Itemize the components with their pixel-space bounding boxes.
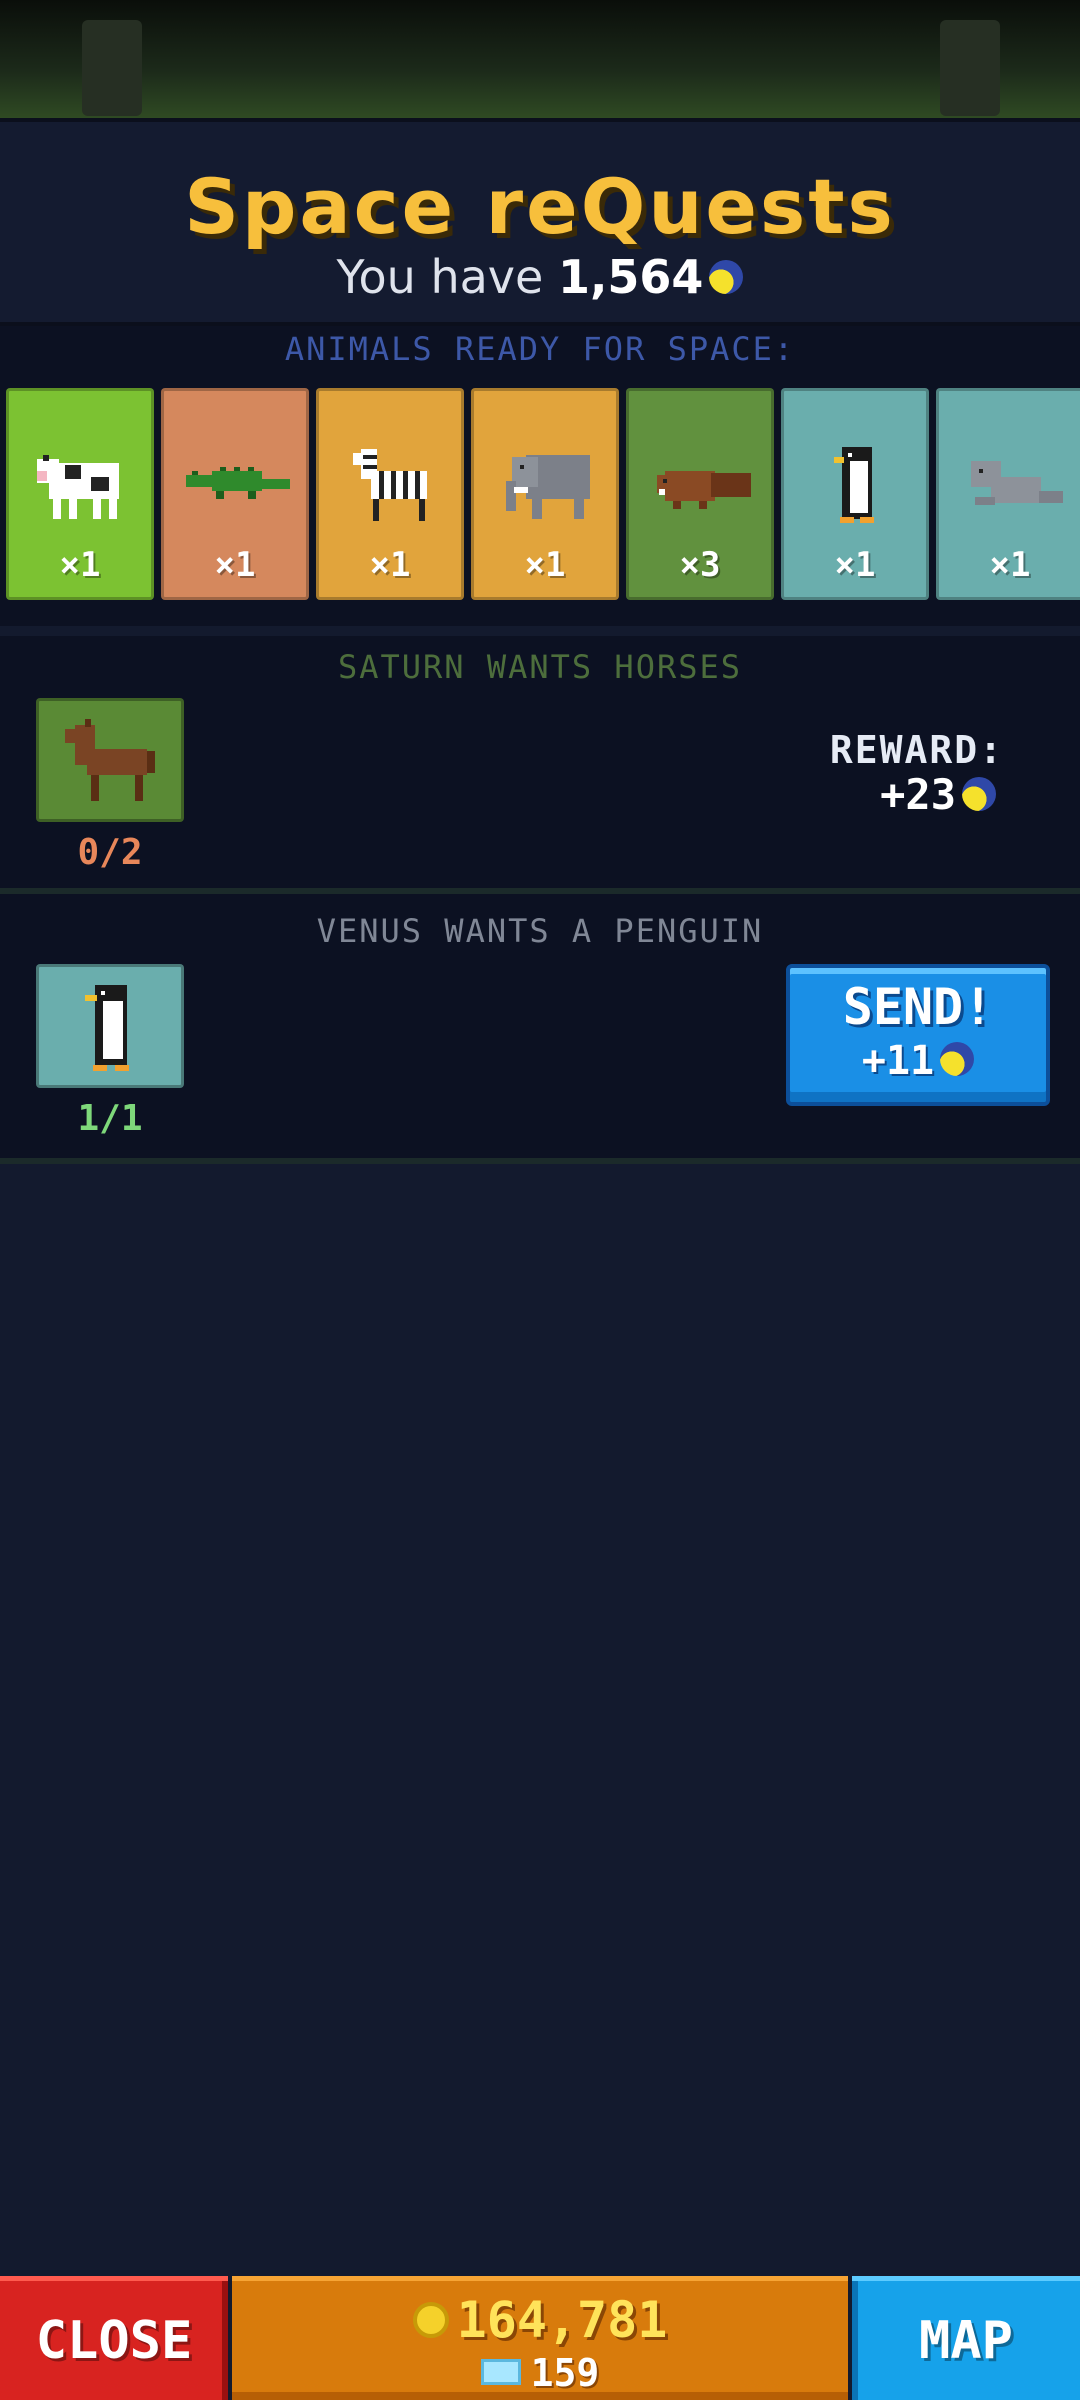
map-button[interactable]: MAP bbox=[852, 2276, 1080, 2400]
animal-card-crocodile[interactable]: ×1 bbox=[161, 388, 309, 600]
request-title: SATURN WANTS HORSES bbox=[337, 648, 743, 686]
animal-count: ×1 bbox=[214, 545, 256, 585]
moon-currency-icon bbox=[940, 1042, 975, 1076]
requests-header: Space reQuests You have 1,564 bbox=[0, 122, 1080, 326]
tree-silhouette bbox=[82, 20, 142, 116]
animal-card-zebra[interactable]: ×1 bbox=[316, 388, 464, 600]
animal-card-elephant[interactable]: ×1 bbox=[471, 388, 619, 600]
crocodile-icon bbox=[186, 467, 290, 499]
reward-amount: +23 bbox=[880, 770, 956, 819]
send-reward: +11 bbox=[790, 1038, 1046, 1084]
request-title: VENUS WANTS A PENGUIN bbox=[316, 912, 764, 950]
animal-card-penguin[interactable]: ×1 bbox=[781, 388, 929, 600]
animal-count: ×1 bbox=[989, 545, 1031, 585]
animal-card-seal[interactable]: ×1 bbox=[936, 388, 1080, 600]
requested-animal-slot bbox=[36, 964, 184, 1088]
seal-icon bbox=[971, 461, 1063, 505]
request-progress: 0/2 bbox=[77, 832, 143, 873]
zebra-icon bbox=[353, 449, 427, 521]
moon-currency-icon bbox=[962, 776, 996, 811]
request-progress: 1/1 bbox=[77, 1098, 143, 1139]
request-saturn: SATURN WANTS HORSES 0/2 REWARD: +23 bbox=[0, 636, 1080, 894]
coin-balance: 164,781 bbox=[232, 2291, 848, 2349]
beaver-icon bbox=[657, 471, 751, 509]
game-view-strip bbox=[0, 0, 1080, 122]
elephant-icon bbox=[506, 455, 590, 519]
gem-balance: 159 bbox=[232, 2351, 848, 2395]
page-title: Space reQuests bbox=[184, 162, 896, 251]
bottom-bar: CLOSE 164,781 159 MAP bbox=[0, 2276, 1080, 2400]
map-label: MAP bbox=[919, 2311, 1013, 2371]
animal-count: ×1 bbox=[369, 545, 411, 585]
penguin-icon bbox=[834, 447, 874, 523]
send-reward-amount: +11 bbox=[861, 1038, 935, 1084]
animal-count: ×1 bbox=[59, 545, 101, 585]
animal-card-cow[interactable]: ×1 bbox=[6, 388, 154, 600]
penguin-icon bbox=[85, 985, 129, 1071]
request-venus: VENUS WANTS A PENGUIN 1/1 SEND! +11 bbox=[0, 894, 1080, 1164]
requested-animal-slot bbox=[36, 698, 184, 822]
tree-silhouette bbox=[940, 20, 1000, 116]
reward-value: +23 bbox=[880, 770, 996, 819]
animal-count: ×3 bbox=[679, 545, 721, 585]
cow-icon bbox=[37, 455, 119, 519]
animal-count: ×1 bbox=[834, 545, 876, 585]
balance-label: You have bbox=[336, 250, 544, 304]
gem-amount: 159 bbox=[530, 2351, 600, 2395]
animal-count: ×1 bbox=[524, 545, 566, 585]
ready-animals-label: ANIMALS READY FOR SPACE: bbox=[284, 330, 796, 368]
ready-animals-list: ×1 ×1 ×1 ×1 ×3 ×1 ×1 bbox=[6, 388, 1080, 602]
moon-balance: You have 1,564 bbox=[0, 250, 1080, 304]
close-button[interactable]: CLOSE bbox=[0, 2276, 228, 2400]
horse-icon bbox=[65, 719, 155, 801]
balance-amount: 1,564 bbox=[557, 250, 704, 304]
send-button[interactable]: SEND! +11 bbox=[786, 964, 1050, 1106]
reward-label: REWARD: bbox=[829, 728, 1004, 772]
close-label: CLOSE bbox=[35, 2311, 193, 2371]
animal-card-beaver[interactable]: ×3 bbox=[626, 388, 774, 600]
currency-panel: 164,781 159 bbox=[232, 2276, 848, 2400]
moon-currency-icon bbox=[709, 259, 744, 294]
coin-amount: 164,781 bbox=[456, 2291, 668, 2349]
gem-icon bbox=[480, 2358, 521, 2385]
coin-icon bbox=[412, 2301, 449, 2338]
send-label: SEND! bbox=[842, 978, 994, 1036]
